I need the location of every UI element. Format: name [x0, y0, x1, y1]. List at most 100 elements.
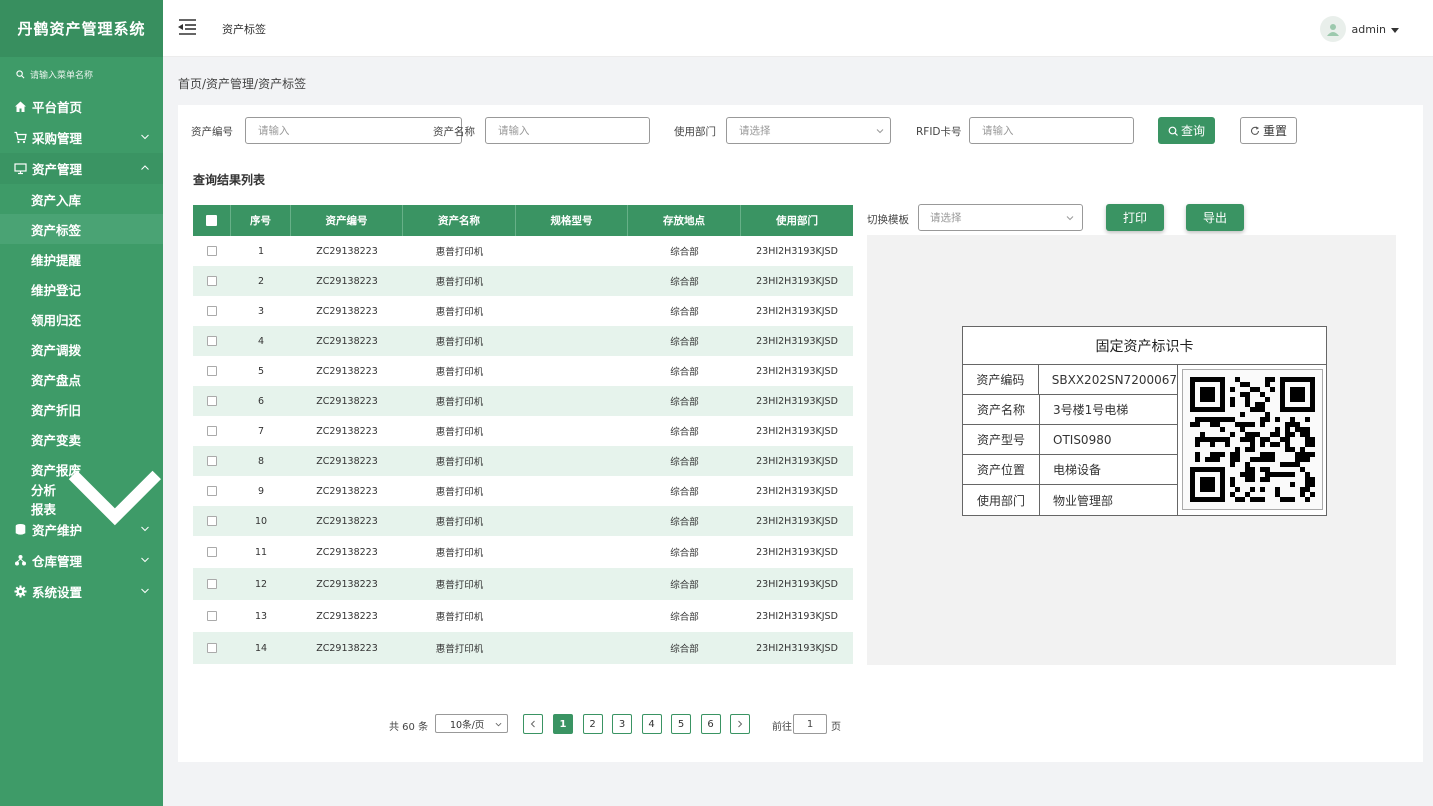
sidebar-item-label: 系统设置	[32, 585, 83, 600]
table-row[interactable]: 13 ZC29138223 惠普打印机 综合部 23HI2H3193KJSD	[193, 600, 853, 632]
row-checkbox[interactable]	[207, 336, 217, 346]
table-cell: ZC29138223	[316, 610, 378, 622]
row-checkbox[interactable]	[207, 579, 217, 589]
table-row[interactable]: 5 ZC29138223 惠普打印机 综合部 23HI2H3193KJSD	[193, 356, 853, 386]
card-key: 使用部门	[963, 485, 1040, 515]
row-checkbox[interactable]	[207, 366, 217, 376]
row-select-cell	[193, 326, 231, 356]
page-button[interactable]: 4	[641, 714, 662, 734]
label-preview: 固定资产标识卡 资产编码 SBXX202SN7200067 资产名称 3号楼1号电梯…	[867, 235, 1396, 665]
row-checkbox[interactable]	[207, 516, 217, 526]
table-row[interactable]: 12 ZC29138223 惠普打印机 综合部 23HI2H3193KJSD	[193, 568, 853, 600]
row-checkbox[interactable]	[207, 643, 217, 653]
caret-down-icon	[1391, 27, 1399, 33]
card-row: 资产位置 电梯设备	[963, 455, 1177, 485]
asset-name-input[interactable]: 请输入	[485, 117, 650, 144]
menu-fold-icon[interactable]	[177, 18, 197, 36]
asset-no-input[interactable]: 请输入	[245, 117, 462, 144]
table-row[interactable]: 2 ZC29138223 惠普打印机 综合部 23HI2H3193KJSD	[193, 266, 853, 296]
template-select[interactable]: 请选择	[918, 204, 1083, 231]
rfid-input[interactable]: 请输入	[969, 117, 1134, 144]
table-row[interactable]: 14 ZC29138223 惠普打印机 综合部 23HI2H3193KJSD	[193, 632, 853, 664]
select-all-checkbox[interactable]	[206, 215, 217, 226]
sidebar-subitem[interactable]: 资产变卖	[0, 424, 163, 454]
export-button[interactable]: 导出	[1186, 204, 1244, 231]
table-cell	[516, 236, 628, 266]
query-button[interactable]: 查询	[1158, 117, 1215, 144]
card-value: 电梯设备	[1053, 463, 1102, 477]
page-button[interactable]: 3	[612, 714, 632, 734]
table-cell: 惠普打印机	[435, 548, 484, 559]
sidebar-item[interactable]: 仓库管理	[0, 545, 163, 576]
menu-search[interactable]: 请输入菜单名称	[0, 57, 163, 91]
table-row[interactable]: 10 ZC29138223 惠普打印机 综合部 23HI2H3193KJSD	[193, 506, 853, 536]
row-checkbox[interactable]	[207, 306, 217, 316]
row-checkbox[interactable]	[207, 611, 217, 621]
page-button[interactable]: 1	[553, 714, 573, 734]
table-cell: 6	[257, 395, 265, 407]
sidebar-subitem[interactable]: 维护登记	[0, 274, 163, 304]
table-cell: ZC29138223	[316, 485, 378, 497]
refresh-icon	[1250, 126, 1260, 135]
table-cell: 23HI2H3193KJSD	[756, 275, 838, 287]
table-cell	[516, 326, 628, 356]
dept-select[interactable]: 请选择	[726, 117, 891, 144]
sidebar-subitem[interactable]: 维护提醒	[0, 244, 163, 274]
reset-button[interactable]: 重置	[1240, 117, 1297, 144]
sidebar-item[interactable]: 资产维护	[0, 514, 163, 545]
page-button[interactable]: 2	[582, 714, 603, 734]
sidebar-item[interactable]: 系统设置	[0, 576, 163, 607]
table-cell: 惠普打印机	[435, 247, 484, 258]
prev-page-button[interactable]	[523, 714, 543, 734]
chevron-down-icon	[876, 129, 884, 134]
row-select-cell	[193, 296, 231, 326]
database-icon	[14, 523, 27, 536]
row-select-cell	[193, 476, 231, 506]
table-row[interactable]: 4 ZC29138223 惠普打印机 综合部 23HI2H3193KJSD	[193, 326, 853, 356]
goto-page-input[interactable]: 1	[793, 714, 827, 734]
sidebar-subitem[interactable]: 分析报表	[0, 470, 163, 526]
sidebar-subitem[interactable]: 资产调拨	[0, 334, 163, 364]
sidebar-subitem[interactable]: 资产盘点	[0, 364, 163, 394]
column-header: 资产编号	[291, 205, 403, 236]
table-cell: ZC29138223	[316, 425, 378, 437]
row-checkbox[interactable]	[207, 456, 217, 466]
table-cell	[516, 296, 628, 326]
dept-placeholder: 请选择	[739, 125, 771, 137]
row-checkbox[interactable]	[207, 547, 217, 557]
row-checkbox[interactable]	[207, 246, 217, 256]
row-select-cell	[193, 356, 231, 386]
table-body: 1 ZC29138223 惠普打印机 综合部 23HI2H3193KJSD 2 ZC291…	[193, 236, 853, 664]
page-button[interactable]: 5	[671, 714, 691, 734]
sidebar-subitem[interactable]: 资产标签	[0, 214, 163, 244]
row-select-cell	[193, 506, 231, 536]
table-cell: ZC29138223	[316, 335, 378, 347]
top-header: 资产标签 admin	[163, 0, 1433, 57]
sidebar-item[interactable]: 采购管理	[0, 122, 163, 153]
sidebar-subitem[interactable]: 资产折旧	[0, 394, 163, 424]
print-button[interactable]: 打印	[1106, 204, 1164, 231]
row-checkbox[interactable]	[207, 486, 217, 496]
row-checkbox[interactable]	[207, 396, 217, 406]
table-row[interactable]: 1 ZC29138223 惠普打印机 综合部 23HI2H3193KJSD	[193, 236, 853, 266]
next-page-button[interactable]	[730, 714, 750, 734]
table-cell: 23HI2H3193KJSD	[756, 642, 838, 654]
table-row[interactable]: 6 ZC29138223 惠普打印机 综合部 23HI2H3193KJSD	[193, 386, 853, 416]
sidebar-item[interactable]: 平台首页	[0, 91, 163, 122]
row-checkbox[interactable]	[207, 426, 217, 436]
table-row[interactable]: 7 ZC29138223 惠普打印机 综合部 23HI2H3193KJSD	[193, 416, 853, 446]
table-cell: 13	[254, 610, 268, 622]
sidebar-item[interactable]: 资产管理	[0, 153, 163, 184]
table-row[interactable]: 11 ZC29138223 惠普打印机 综合部 23HI2H3193KJSD	[193, 536, 853, 568]
result-title: 查询结果列表	[193, 173, 266, 187]
sidebar-subitem[interactable]: 资产入库	[0, 184, 163, 214]
table-row[interactable]: 8 ZC29138223 惠普打印机 综合部 23HI2H3193KJSD	[193, 446, 853, 476]
table-row[interactable]: 9 ZC29138223 惠普打印机 综合部 23HI2H3193KJSD	[193, 476, 853, 506]
row-checkbox[interactable]	[207, 276, 217, 286]
page-button[interactable]: 6	[700, 714, 721, 734]
table-cell: 惠普打印机	[435, 580, 484, 591]
page-size-select[interactable]: 10条/页	[435, 714, 508, 733]
user-menu[interactable]: admin	[1319, 16, 1399, 42]
sidebar-subitem[interactable]: 领用归还	[0, 304, 163, 334]
table-row[interactable]: 3 ZC29138223 惠普打印机 综合部 23HI2H3193KJSD	[193, 296, 853, 326]
